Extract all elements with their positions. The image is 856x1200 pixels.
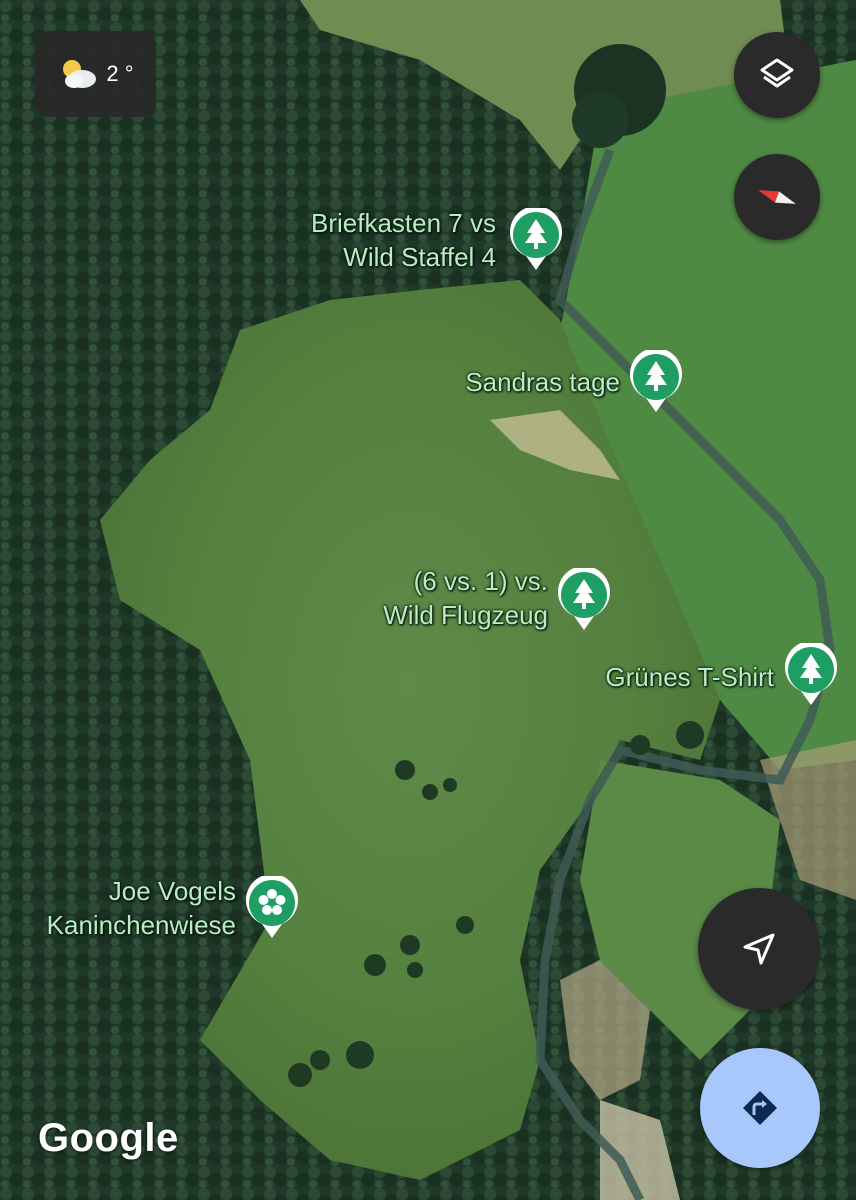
place-label[interactable]: (6 vs. 1) vs. Wild Flugzeug [330,564,548,632]
directions-button[interactable] [700,1048,820,1168]
google-logo: Google [38,1116,179,1160]
tree-icon[interactable] [508,208,564,272]
place-label[interactable]: Sandras tage [420,365,620,399]
weather-chip[interactable]: 2 ° [36,31,156,117]
my-location-button[interactable] [698,888,820,1010]
compass-icon [758,190,796,204]
partly-cloudy-icon [63,60,97,88]
tree-icon[interactable] [556,568,612,632]
directions-icon [743,1091,777,1125]
layers-icon [760,58,794,88]
place-label[interactable]: Grünes T-Shirt [560,660,774,694]
tree-icon[interactable] [783,643,839,707]
layers-button[interactable] [734,32,820,118]
temperature-value: 2 ° [106,61,134,86]
navigation-arrow-icon [743,933,775,965]
place-label[interactable]: Briefkasten 7 vs Wild Staffel 4 [260,206,496,274]
place-label[interactable]: Joe Vogels Kaninchenwiese [6,874,236,942]
tree-icon[interactable] [628,350,684,414]
compass-button[interactable] [734,154,820,240]
flower-icon[interactable] [244,876,300,940]
